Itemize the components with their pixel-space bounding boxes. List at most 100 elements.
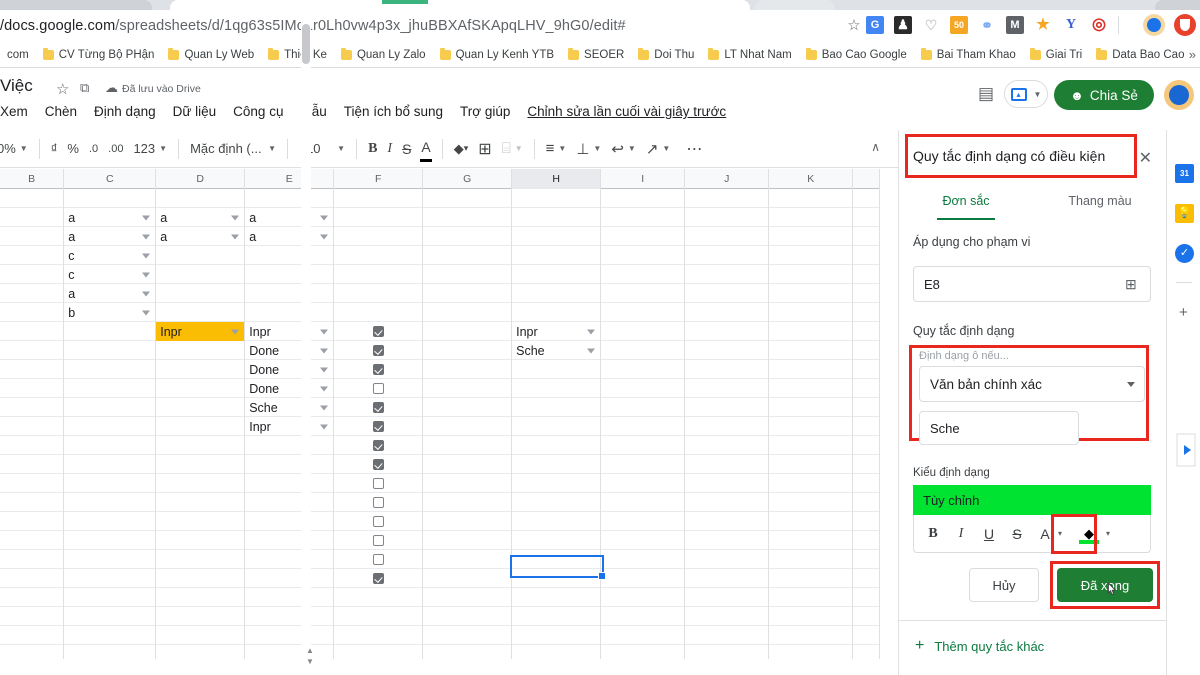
more-toolbar-button[interactable]: ⋯ (681, 136, 707, 162)
grid-cell[interactable] (334, 284, 424, 303)
text-wrapping-button[interactable]: ↩ ▼ (606, 136, 641, 162)
percent-format-button[interactable]: % (62, 136, 84, 162)
grid-cell[interactable] (156, 550, 246, 569)
grid-cell[interactable] (685, 569, 770, 588)
grid-cell[interactable] (853, 436, 880, 455)
grid-cell[interactable] (423, 227, 513, 246)
link-checker-icon[interactable]: ⚭ (978, 16, 996, 34)
bookmark-item[interactable]: SEOER (561, 49, 631, 61)
zoom-control[interactable]: 0% ▼ (0, 136, 33, 162)
grid-cell[interactable] (334, 398, 424, 417)
grid-cell[interactable] (685, 265, 770, 284)
grid-cell[interactable] (512, 474, 602, 493)
vertical-align-button[interactable]: ⊥ ▼ (571, 136, 606, 162)
grid-cell[interactable] (0, 588, 65, 607)
grid-cell[interactable] (853, 626, 881, 645)
bookmark-item[interactable]: CV Từng Bộ PHận (36, 49, 162, 61)
chevron-down-icon[interactable] (320, 348, 329, 353)
menu-item-7[interactable]: Trợ giúp (460, 104, 510, 119)
grid-cell[interactable]: a (156, 227, 246, 246)
chevron-down-icon[interactable] (320, 215, 329, 220)
bookmark-item[interactable]: Giai Tri (1023, 49, 1089, 61)
bookmark-item[interactable]: Thiet Ke (261, 49, 334, 61)
grid-cell[interactable] (0, 379, 65, 398)
grid-cell[interactable] (245, 189, 335, 208)
chevron-down-icon[interactable] (320, 367, 329, 372)
chevron-down-icon[interactable] (320, 329, 329, 334)
scroll-up-icon[interactable]: ▲ (304, 645, 316, 656)
grid-cell[interactable] (0, 398, 65, 417)
grid-cell[interactable] (512, 436, 602, 455)
grid-cell[interactable] (0, 284, 65, 303)
red-extension-icon[interactable] (1174, 14, 1196, 36)
grid-cell[interactable] (512, 379, 602, 398)
vertical-scrollbar-thumb[interactable] (302, 24, 310, 64)
grid-cell[interactable] (245, 455, 335, 474)
bookmark-item[interactable]: Bao Cao Google (799, 49, 914, 61)
grid-cell[interactable] (156, 645, 246, 659)
grid-cell[interactable] (245, 493, 335, 512)
grid-cell[interactable] (64, 550, 157, 569)
chevron-down-icon[interactable] (142, 215, 151, 220)
grid-cell[interactable] (853, 189, 881, 208)
grid-cell[interactable] (156, 607, 246, 626)
grid-cell[interactable] (601, 227, 686, 246)
checkbox[interactable] (372, 421, 384, 432)
grid-cell[interactable] (853, 398, 880, 417)
grid-cell[interactable]: Inpr (156, 322, 246, 341)
y-extension-icon[interactable]: Y (1062, 16, 1080, 34)
grid-cell[interactable] (601, 398, 686, 417)
grid-cell[interactable] (0, 569, 65, 588)
comment-history-icon[interactable]: ▤ (978, 84, 1000, 104)
browser-profile-avatar[interactable] (1143, 14, 1165, 36)
browser-tab-active[interactable] (170, 0, 750, 10)
grid-cell[interactable] (64, 189, 157, 208)
vertical-scrollbar-track[interactable] (301, 20, 311, 647)
grid-cell[interactable] (685, 493, 770, 512)
meet-button[interactable]: ▴ ▼ (1004, 80, 1048, 108)
column-header-B[interactable]: B (0, 169, 65, 189)
grid-cell[interactable] (334, 379, 424, 398)
grid-cell[interactable] (685, 303, 770, 322)
grid-cell[interactable] (512, 189, 602, 208)
grid-cell[interactable] (334, 208, 424, 227)
grid-cell[interactable] (853, 569, 880, 588)
grid-cell[interactable] (853, 550, 880, 569)
grid-cell[interactable] (423, 379, 513, 398)
grid-cell[interactable] (601, 436, 686, 455)
font-family-select[interactable]: Mặc định (... ▼ (185, 136, 281, 162)
grid-cell[interactable] (853, 455, 880, 474)
cancel-button[interactable]: Hủy (969, 568, 1039, 602)
grid-cell[interactable] (601, 531, 686, 550)
grid-cell[interactable] (853, 531, 880, 550)
italic-button[interactable]: I (948, 521, 974, 547)
grid-cell[interactable] (245, 607, 335, 626)
column-header-x[interactable] (853, 169, 880, 189)
grid-cell[interactable] (601, 550, 686, 569)
grid-cell[interactable] (769, 227, 854, 246)
grid-cell[interactable] (601, 303, 686, 322)
google-translate-icon[interactable]: G (866, 16, 884, 34)
grid-cell[interactable] (512, 398, 602, 417)
grid-cell[interactable] (512, 512, 602, 531)
menu-item-0[interactable]: Xem (0, 104, 28, 119)
collapse-toolbar-icon[interactable]: ∧ (871, 140, 880, 154)
grid-cell[interactable] (769, 322, 854, 341)
bookmark-item[interactable]: LT Nhat Nam (701, 49, 798, 61)
grid-cell[interactable] (0, 227, 65, 246)
chevron-down-icon[interactable] (320, 234, 329, 239)
select-range-icon[interactable]: ⊞ (1125, 277, 1140, 292)
column-header-C[interactable]: C (64, 169, 157, 189)
grid-cell[interactable] (334, 303, 424, 322)
grid-cell[interactable] (64, 455, 157, 474)
grid-cell[interactable] (0, 626, 65, 645)
bookmark-star-icon[interactable]: ☆ (846, 18, 862, 34)
grid-cell[interactable] (245, 588, 335, 607)
menu-item-2[interactable]: Định dạng (94, 104, 156, 119)
grid-cell[interactable] (0, 512, 65, 531)
grid-cell[interactable] (0, 208, 65, 227)
grid-cell[interactable] (156, 189, 246, 208)
grid-cell[interactable] (423, 493, 513, 512)
grid-cell[interactable] (512, 607, 602, 626)
grid-cell[interactable] (512, 645, 602, 659)
